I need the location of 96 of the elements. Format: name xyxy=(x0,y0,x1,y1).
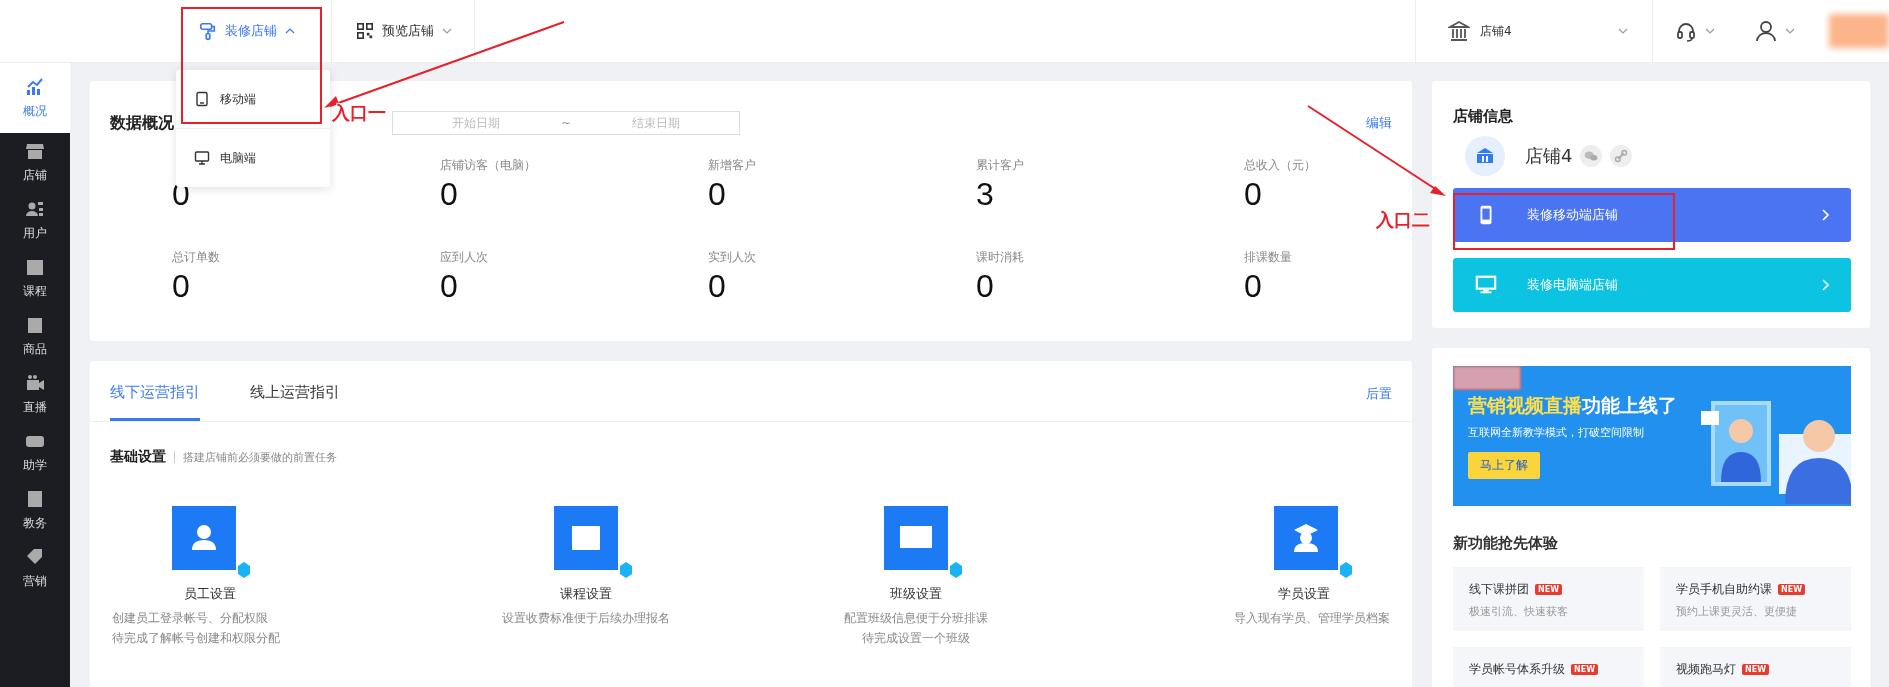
edit-link[interactable]: 编辑 xyxy=(1366,114,1392,132)
stat-label: 店铺访客（电脑） xyxy=(440,157,536,174)
store-name: 店铺4 xyxy=(1525,144,1573,168)
menu-item[interactable]: 移动端 xyxy=(176,70,330,128)
sidebar-item[interactable]: 课程 xyxy=(0,249,70,307)
task-title: 学员设置 xyxy=(1278,585,1330,603)
task-title: 课程设置 xyxy=(559,585,612,603)
feature-title: 线下课拼团 xyxy=(1469,581,1529,598)
task-description: 待完成设置一个班级 xyxy=(862,630,971,647)
chart-icon xyxy=(25,76,45,97)
sidebar-item[interactable]: 用户 xyxy=(0,191,70,249)
stat-value: 0 xyxy=(172,268,190,305)
person-task-icon[interactable] xyxy=(172,506,250,578)
blurred-block xyxy=(1453,366,1521,390)
task-description: 导入现有学员、管理学员档案 xyxy=(1234,610,1390,627)
stat-value: 0 xyxy=(708,268,726,305)
stat-value: 0 xyxy=(708,176,726,213)
feature-description: 预约上课更灵活、更便捷 xyxy=(1676,604,1798,619)
monitor-icon xyxy=(1475,274,1497,296)
task-title: 班级设置 xyxy=(890,585,943,603)
stat-label: 累计客户 xyxy=(976,157,1024,174)
tab[interactable]: 线上运营指引 xyxy=(250,383,340,421)
action-link[interactable]: 后置 xyxy=(1366,385,1392,421)
section-hint: 搭建店铺前必须要做的前置任务 xyxy=(183,449,337,465)
new-badge: NEW xyxy=(1535,584,1562,595)
new-badge: NEW xyxy=(1571,664,1598,675)
student-task-icon[interactable] xyxy=(1274,506,1352,578)
stat-label: 实到人次 xyxy=(708,249,756,266)
wechat-icon[interactable] xyxy=(1580,145,1603,167)
new-badge: NEW xyxy=(1742,664,1769,675)
paint-roller-icon xyxy=(199,22,217,40)
stat-value: 0 xyxy=(1244,268,1262,305)
sidebar-item[interactable]: 助学 xyxy=(0,423,70,481)
feature-title: 学员帐号体系升级 xyxy=(1469,661,1565,678)
stat-label: 课时消耗 xyxy=(976,249,1024,266)
caret-icon xyxy=(285,28,295,34)
banner-headline: 功能上线了 xyxy=(1582,394,1677,416)
stat-value: 0 xyxy=(1244,176,1262,213)
caret-icon xyxy=(1618,28,1628,34)
stat-label: 排课数量 xyxy=(1244,249,1292,266)
banner-subtitle: 互联网全新教学模式，打破空间限制 xyxy=(1468,425,1644,440)
new-badge: NEW xyxy=(1778,584,1805,595)
link-icon[interactable] xyxy=(1610,145,1633,167)
decorate-store-button[interactable]: 装修移动端店铺 xyxy=(1453,188,1851,242)
feature-card[interactable]: 学员手机自助约课 NEW 预约上课更灵活、更便捷 xyxy=(1660,567,1851,631)
stat-value: 3 xyxy=(976,176,994,213)
tab[interactable]: 线下运营指引 xyxy=(110,383,200,421)
section-title: 新功能抢先体验 xyxy=(1453,534,1559,553)
qr-code-icon xyxy=(356,22,374,40)
stat-label: 总收入（元） xyxy=(1244,157,1316,174)
sidebar-item[interactable]: 概况 xyxy=(0,63,70,133)
feature-card[interactable]: 学员帐号体系升级 NEW xyxy=(1453,647,1644,687)
chevron-right-icon xyxy=(1821,209,1829,221)
sidebar-item[interactable]: 商品 xyxy=(0,307,70,365)
blurred-avatar xyxy=(1829,14,1889,48)
feature-card[interactable]: 线下课拼团 NEW 极速引流、快速获客 xyxy=(1453,567,1644,631)
nav-menu[interactable]: 装修店铺 xyxy=(175,0,331,62)
stat-label: 新增客户 xyxy=(708,157,756,174)
sidebar-item[interactable]: 营销 xyxy=(0,539,70,597)
nav-menu[interactable]: 预览店铺 xyxy=(331,0,474,62)
task-description: 配置班级信息便于分班排课 xyxy=(844,610,989,627)
bank-icon xyxy=(1448,20,1470,42)
task-description: 设置收费标准便于后续办理报名 xyxy=(501,610,670,627)
phone-icon xyxy=(194,91,210,107)
banner-headline-highlight: 营销视频直播 xyxy=(1468,394,1582,416)
sidebar-item[interactable]: 店铺 xyxy=(0,133,70,191)
stat-value: 0 xyxy=(976,268,994,305)
chevron-right-icon xyxy=(1821,279,1829,291)
sidebar-item[interactable]: 教务 xyxy=(0,481,70,539)
sidebar-item[interactable]: 直播 xyxy=(0,365,70,423)
card-title: 店铺信息 xyxy=(1453,106,1514,126)
feature-title: 学员手机自助约课 xyxy=(1676,581,1772,598)
start-date-field[interactable]: 开始日期 xyxy=(392,111,559,135)
video-icon xyxy=(25,372,45,393)
learn-more-button[interactable]: 马上了解 xyxy=(1468,452,1540,479)
tag-icon xyxy=(25,546,45,567)
feature-description: 极速引流、快速获客 xyxy=(1469,604,1569,619)
store-select[interactable]: 店铺4 xyxy=(1415,0,1653,62)
end-date-field[interactable]: 结束日期 xyxy=(573,111,740,135)
stat-label: 总订单数 xyxy=(172,249,220,266)
annotation-label: 入口二 xyxy=(1376,208,1430,232)
stat-value: 0 xyxy=(440,176,458,213)
monitor-icon xyxy=(194,150,210,166)
store-avatar-icon xyxy=(1465,136,1505,176)
annotation-label: 入口一 xyxy=(332,101,386,125)
feature-title: 视频跑马灯 xyxy=(1676,661,1736,678)
stat-label: 应到人次 xyxy=(440,249,488,266)
section-title: 基础设置 xyxy=(110,448,166,466)
caret-icon xyxy=(442,28,452,34)
task-description: 待完成了解帐号创建和权限分配 xyxy=(112,630,280,647)
task-title: 员工设置 xyxy=(184,585,236,603)
promo-banner[interactable]: 营销视频直播功能上线了 互联网全新教学模式，打破空间限制 马上了解 xyxy=(1453,366,1851,506)
feature-card[interactable]: 视频跑马灯 NEW xyxy=(1660,647,1851,687)
card-title: 数据概况 xyxy=(110,112,174,134)
stat-value: 0 xyxy=(440,268,458,305)
task-description: 创建员工登录帐号、分配权限 xyxy=(112,610,268,627)
